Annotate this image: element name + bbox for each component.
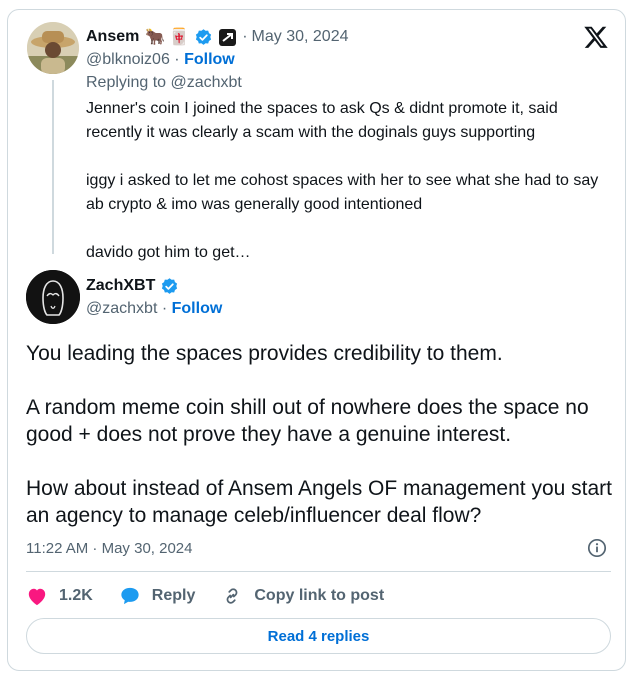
read-replies-label: Read 4 replies xyxy=(267,627,370,645)
like-button[interactable]: 1.2K xyxy=(26,586,93,606)
main-paragraph: A random meme coin shill out of nowhere … xyxy=(26,396,589,446)
like-count: 1.2K xyxy=(59,587,93,604)
author-handle[interactable]: @zachxbt xyxy=(86,300,157,317)
reply-label: Reply xyxy=(151,587,196,604)
name-emoji-mahjong: 🀄 xyxy=(169,29,190,46)
sponsor-badge-icon xyxy=(219,28,237,46)
actions-divider xyxy=(26,571,611,572)
info-icon[interactable] xyxy=(587,538,607,558)
main-post-header: ZachXBT xyxy=(86,275,179,297)
heart-icon xyxy=(28,588,46,606)
read-replies-button[interactable]: Read 4 replies xyxy=(26,618,611,654)
post-date[interactable]: May 30, 2024 xyxy=(252,28,349,46)
parent-paragraph: davido got him to get… xyxy=(86,244,251,261)
separator-dot: · xyxy=(242,28,248,45)
post-timestamp[interactable]: 11:22 AM · May 30, 2024 xyxy=(26,540,193,557)
main-handle-row: @zachxbt · Follow xyxy=(86,300,222,318)
author-name-zachxbt[interactable]: ZachXBT xyxy=(86,277,155,295)
separator-dot: · xyxy=(161,300,168,317)
follow-button[interactable]: Follow xyxy=(172,300,223,317)
parent-paragraph: iggy i asked to let me cohost spaces wit… xyxy=(86,172,599,213)
verified-badge-icon xyxy=(196,28,212,45)
x-logo-icon[interactable] xyxy=(583,24,609,50)
reply-bubble-icon xyxy=(121,587,139,605)
reply-button[interactable]: Reply xyxy=(119,586,196,606)
avatar-ansem[interactable] xyxy=(27,22,79,74)
author-name-ansem[interactable]: Ansem xyxy=(86,28,139,46)
parent-post-header: Ansem 🐂 🀄 · May 30, 2024 xyxy=(86,26,348,48)
verified-badge-icon xyxy=(162,277,178,294)
author-handle[interactable]: @blknoiz06 xyxy=(86,51,170,68)
link-icon xyxy=(226,588,238,604)
action-bar: 1.2K Reply Copy link to post xyxy=(26,583,410,609)
parent-post-text: Jenner's coin I joined the spaces to ask… xyxy=(86,97,606,289)
main-paragraph: How about instead of Ansem Angels OF man… xyxy=(26,477,612,527)
replying-to-label[interactable]: Replying to @zachxbt xyxy=(86,74,242,92)
name-emoji-ox: 🐂 xyxy=(145,29,166,46)
copy-link-button[interactable]: Copy link to post xyxy=(221,585,384,607)
thread-connector-line xyxy=(52,80,54,254)
follow-button[interactable]: Follow xyxy=(184,51,235,68)
copy-link-label: Copy link to post xyxy=(254,587,385,604)
parent-handle-row: @blknoiz06 · Follow xyxy=(86,51,235,69)
separator-dot: · xyxy=(174,51,180,68)
main-paragraph: You leading the spaces provides credibil… xyxy=(26,342,503,365)
avatar-zachxbt[interactable] xyxy=(26,270,80,324)
parent-paragraph: Jenner's coin I joined the spaces to ask… xyxy=(86,100,558,141)
main-post-text: You leading the spaces provides credibil… xyxy=(26,340,616,556)
